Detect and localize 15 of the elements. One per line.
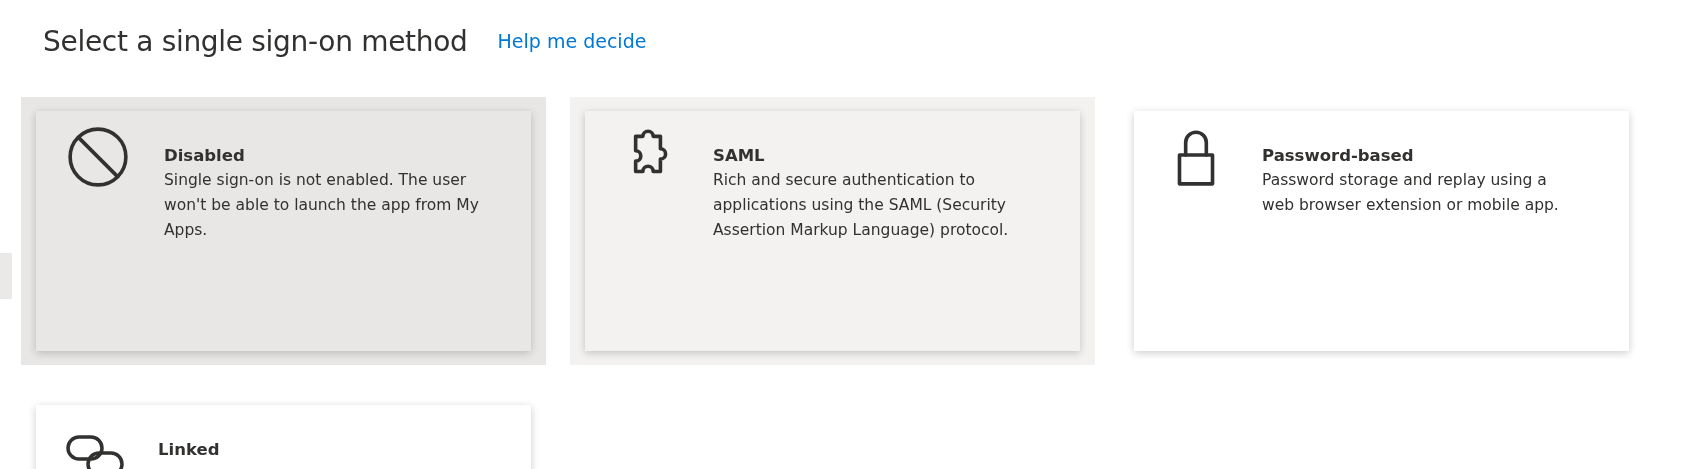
method-card[interactable]: SAML Rich and secure authentication to applications using the SAML (Security Assertion Markup Language) protocol. xyxy=(585,111,1080,351)
page-title: Select a single sign-on method xyxy=(43,24,468,59)
method-card[interactable]: Linked xyxy=(36,405,531,469)
method-card[interactable]: Disabled Single sign-on is not enabled. The user won't be able to launch the app from My Apps. xyxy=(36,111,531,351)
method-description: Rich and secure authentication to applications using the SAML (Security Assertion Markup Language) protocol. xyxy=(713,170,1010,241)
method-title: SAML xyxy=(713,145,766,167)
method-title: Linked xyxy=(158,439,221,461)
help-link[interactable]: Help me decide xyxy=(497,27,647,56)
method-description: Password storage and replay using a web browser extension or mobile app. xyxy=(1262,170,1560,216)
method-description: Single sign-on is not enabled. The user won't be able to launch the app from My Apps. xyxy=(164,170,480,241)
chain-link-icon xyxy=(66,435,124,469)
panel-edge xyxy=(0,253,12,299)
method-card[interactable]: Password-based Password storage and replay using a web browser extension or mobile app. xyxy=(1134,111,1629,351)
method-title: Disabled xyxy=(164,145,246,167)
method-title: Password-based xyxy=(1262,145,1415,167)
